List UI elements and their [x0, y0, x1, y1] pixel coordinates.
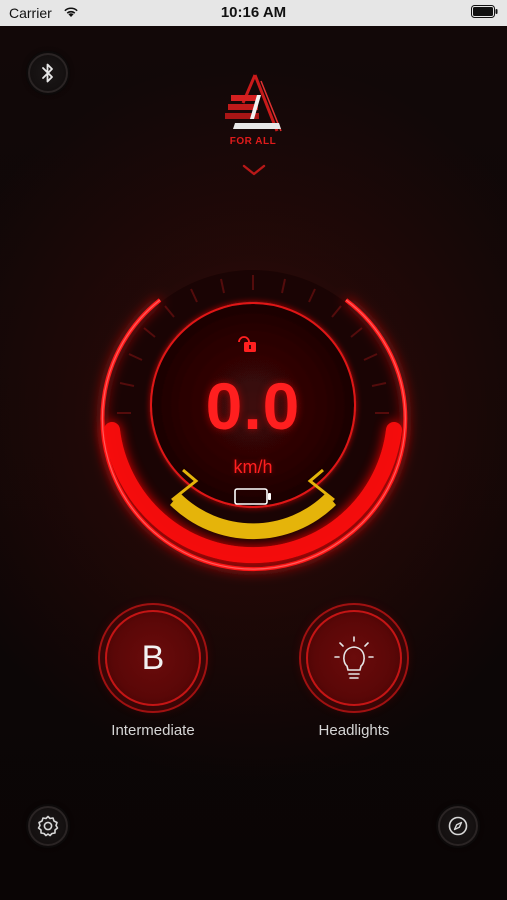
speedometer-gauge: [100, 270, 408, 572]
speed-unit: km/h: [233, 457, 273, 477]
settings-button[interactable]: [28, 806, 68, 846]
lightbulb-icon: [334, 636, 374, 679]
speed-value: 0.0: [205, 369, 301, 443]
settings-icon: [37, 815, 59, 837]
mode-letter: B: [141, 638, 165, 677]
mode-button[interactable]: B: [105, 610, 201, 706]
headlights-button[interactable]: [306, 610, 402, 706]
headlights-label: Headlights: [318, 722, 390, 739]
compass-button[interactable]: [438, 806, 478, 846]
compass-icon: [448, 816, 468, 836]
mode-label: Intermediate: [111, 722, 195, 739]
